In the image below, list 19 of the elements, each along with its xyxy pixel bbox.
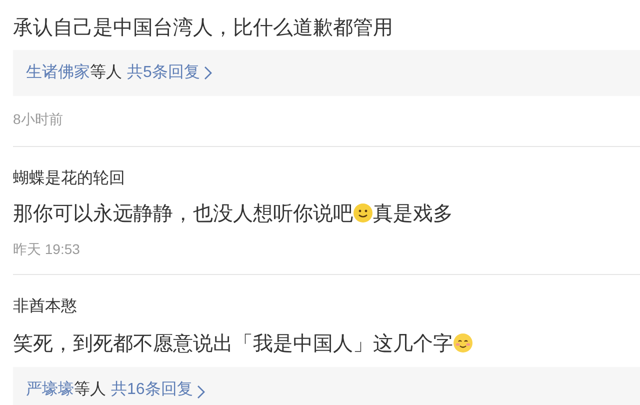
chevron-right-icon: [204, 66, 212, 80]
comment-author[interactable]: 蝴蝶是花的轮回: [13, 168, 125, 190]
comment-time: 昨天 19:53: [13, 240, 80, 259]
reply-users-link[interactable]: 严壕壕: [26, 377, 74, 403]
reply-users-link[interactable]: 生诸佛家: [26, 60, 90, 86]
blushing-emoji-icon: [453, 333, 473, 353]
comment-time: 8小时前: [13, 110, 63, 129]
replies-panel[interactable]: 生诸佛家等人 共5条回复: [13, 50, 640, 96]
chevron-right-icon: [196, 385, 205, 399]
reply-users-suffix: 等人: [90, 63, 122, 83]
comment-text: 笑死，到死都不愿意说出「我是中国人」这几个字: [13, 330, 473, 358]
reply-count-link[interactable]: 共16条回复: [111, 377, 193, 403]
reply-count-link[interactable]: 共5条回复: [127, 60, 200, 86]
replies-panel[interactable]: 严壕壕等人 共16条回复: [13, 367, 640, 405]
smiley-emoji-icon: [353, 203, 373, 223]
reply-users-suffix: 等人: [74, 380, 106, 400]
comment-text: 承认自己是中国台湾人，比什么道歉都管用: [13, 16, 393, 41]
comment-text: 那你可以永远静静，也没人想听你说吧 真是戏多: [13, 202, 453, 227]
comment-author[interactable]: 非酋本憨: [13, 296, 77, 318]
